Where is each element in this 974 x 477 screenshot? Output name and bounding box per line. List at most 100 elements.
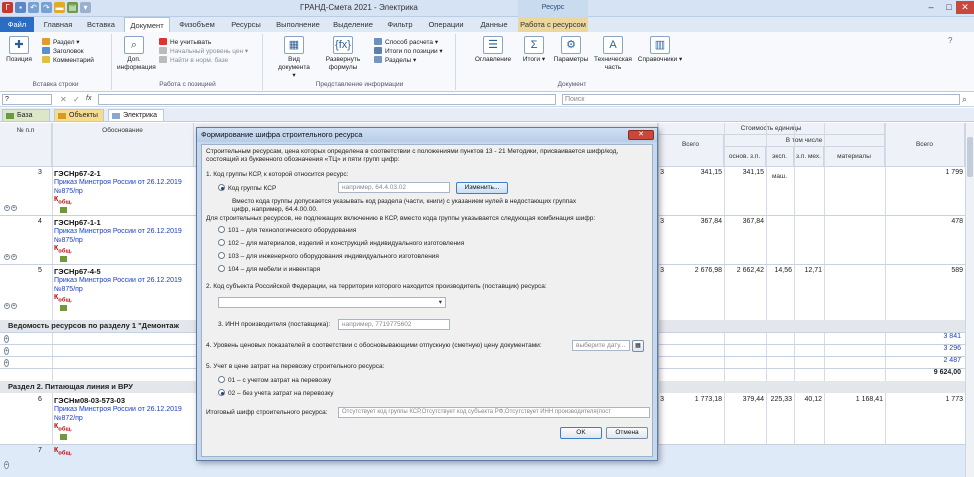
region-select[interactable]: ▾ bbox=[218, 297, 446, 308]
tab-data[interactable]: Данные bbox=[474, 17, 514, 32]
tab-selection[interactable]: Выделение bbox=[328, 17, 378, 32]
tab-file[interactable]: Файл bbox=[0, 17, 34, 32]
expand-icon[interactable]: + bbox=[4, 347, 9, 355]
ksr-code-input[interactable]: например, 64.4.03.02 bbox=[338, 182, 450, 193]
expand-icon[interactable]: + bbox=[4, 205, 10, 211]
help-icon[interactable]: ? bbox=[948, 36, 952, 45]
dialog-close-button[interactable]: ✕ bbox=[628, 130, 654, 140]
group-insert-row: ✚ Позиция Раздел ▾ Заголовок Комментарий … bbox=[0, 34, 112, 90]
undo-icon[interactable]: ↶ bbox=[28, 2, 39, 13]
option-102-radio[interactable]: 102 – для материалов, изделий и конструк… bbox=[218, 239, 464, 249]
expand-icon[interactable]: + bbox=[4, 303, 10, 309]
header-unit-cost: Стоимость единицы bbox=[658, 123, 885, 135]
order-number-link[interactable]: №875/пр bbox=[54, 236, 83, 245]
tab-filter[interactable]: Фильтр bbox=[382, 17, 418, 32]
option-01-radio[interactable]: 01 – с учетом затрат на перевозку bbox=[218, 376, 331, 386]
grid-view-icon: ▦ bbox=[284, 36, 304, 54]
expand-icon[interactable]: + bbox=[4, 335, 9, 343]
search-input[interactable]: Поиск bbox=[562, 94, 960, 105]
confirm-edit-icon[interactable]: ✓ bbox=[73, 95, 80, 104]
qat-more-icon[interactable]: ▾ bbox=[80, 2, 91, 13]
position-button[interactable]: ✚ Позиция bbox=[4, 36, 34, 64]
resource-total[interactable]: 2 487 bbox=[885, 357, 961, 364]
order-link[interactable]: Приказ Минстроя России от 26.12.2019 bbox=[54, 276, 182, 285]
option-101-radio[interactable]: 101 – для технологического оборудования bbox=[218, 226, 356, 236]
heading-button[interactable]: Заголовок bbox=[42, 47, 94, 56]
do-not-count-button[interactable]: Не учитывать bbox=[159, 38, 248, 47]
expand-formulas-button[interactable]: {fx} Развернуть формулы bbox=[320, 36, 366, 72]
fx-icon[interactable]: fx bbox=[86, 95, 91, 102]
expand-icon[interactable]: + bbox=[11, 205, 17, 211]
additional-info-button[interactable]: ⌕ Доп. информация bbox=[117, 36, 156, 72]
resource-total[interactable]: 3 296 bbox=[885, 345, 961, 352]
close-window-button[interactable]: ✕ bbox=[956, 1, 974, 14]
cell-mech-wage: 40,12 bbox=[804, 396, 822, 403]
order-number-link[interactable]: №875/пр bbox=[54, 285, 83, 294]
tab-insert[interactable]: Вставка bbox=[82, 17, 120, 32]
section-button[interactable]: Раздел ▾ bbox=[42, 38, 94, 47]
cell-name-box[interactable]: ? bbox=[2, 94, 52, 105]
save-icon[interactable]: ▪ bbox=[15, 2, 26, 13]
expand-icon[interactable]: + bbox=[11, 254, 17, 260]
doc-tab-electrics[interactable]: Электрика bbox=[108, 109, 164, 122]
resource-icon bbox=[60, 434, 67, 440]
option-104-radio[interactable]: 104 – для мебели и инвентаря bbox=[218, 265, 320, 275]
print-icon[interactable]: ▤ bbox=[67, 2, 78, 13]
folder-icon[interactable]: ▬ bbox=[54, 2, 65, 13]
cell-total: 341,15 bbox=[700, 169, 722, 176]
contents-button[interactable]: ☰ Оглавление bbox=[471, 36, 515, 64]
inn-input[interactable]: например, 7719775602 bbox=[338, 319, 450, 330]
initial-price-level-button[interactable]: Начальный уровень цен ▾ bbox=[159, 47, 248, 56]
scrollbar-thumb[interactable] bbox=[967, 137, 973, 177]
document-view-button[interactable]: ▦ Вид документа ▾ bbox=[276, 36, 312, 80]
heading-icon bbox=[42, 47, 50, 54]
parameters-button[interactable]: ⚙ Параметры bbox=[553, 36, 589, 64]
order-number-link[interactable]: №872/пр bbox=[54, 414, 83, 423]
calc-method-button[interactable]: Способ расчета ▾ bbox=[374, 38, 443, 47]
totals-button[interactable]: Σ Итоги ▾ bbox=[519, 36, 549, 64]
tab-resource-work[interactable]: Работа с ресурсом bbox=[518, 17, 588, 32]
minimize-button[interactable]: – bbox=[922, 1, 940, 14]
order-link[interactable]: Приказ Минстроя России от 26.12.2019 bbox=[54, 178, 182, 187]
sections-button[interactable]: Разделы ▾ bbox=[374, 56, 443, 65]
expand-icon[interactable]: + bbox=[4, 359, 9, 367]
tab-operations[interactable]: Операции bbox=[422, 17, 470, 32]
doc-tab-base[interactable]: База bbox=[2, 109, 50, 122]
search-icon[interactable]: ⌕ bbox=[962, 94, 967, 105]
cancel-edit-icon[interactable]: ✕ bbox=[60, 95, 67, 104]
cell-basic-wage: 2 662,42 bbox=[736, 267, 764, 274]
expand-icon[interactable]: + bbox=[4, 254, 10, 260]
tab-physvolume[interactable]: Физобъем bbox=[174, 17, 220, 32]
date-input[interactable]: выберите дату... bbox=[572, 340, 630, 351]
tab-resources[interactable]: Ресурсы bbox=[224, 17, 268, 32]
tab-home[interactable]: Главная bbox=[38, 17, 78, 32]
position-totals-button[interactable]: Итоги по позиции ▾ bbox=[374, 47, 443, 56]
doc-tab-objects[interactable]: Объекты bbox=[54, 109, 104, 122]
ksr-group-radio[interactable]: Код группы КСР bbox=[218, 184, 276, 194]
order-link[interactable]: Приказ Минстроя России от 26.12.2019 bbox=[54, 405, 182, 414]
expand-icon[interactable]: + bbox=[11, 303, 17, 309]
expand-icon[interactable]: + bbox=[4, 461, 9, 469]
redo-icon[interactable]: ↷ bbox=[41, 2, 52, 13]
vertical-scrollbar[interactable] bbox=[965, 123, 974, 477]
order-link[interactable]: Приказ Минстроя России от 26.12.2019 bbox=[54, 227, 182, 236]
row-number: 6 bbox=[38, 396, 42, 403]
chevron-down-icon: ▾ bbox=[438, 299, 442, 306]
calendar-icon[interactable]: ▦ bbox=[632, 340, 644, 352]
tab-execution[interactable]: Выполнение bbox=[272, 17, 324, 32]
option-103-radio[interactable]: 103 – для инженерного оборудования индив… bbox=[218, 252, 439, 262]
change-button[interactable]: Изменить... bbox=[456, 182, 508, 194]
resource-total[interactable]: 3 841 bbox=[885, 333, 961, 340]
option-02-radio[interactable]: 02 – без учета затрат на перевозку bbox=[218, 389, 333, 399]
reference-books-button[interactable]: ▥ Справочники ▾ bbox=[637, 36, 683, 64]
find-in-base-button[interactable]: Найти в норм. базе bbox=[159, 56, 248, 65]
tech-part-button[interactable]: A Техническая часть bbox=[593, 36, 633, 72]
sigma-icon: Σ bbox=[524, 36, 544, 54]
cancel-button[interactable]: Отмена bbox=[606, 427, 648, 439]
order-number-link[interactable]: №875/пр bbox=[54, 187, 83, 196]
comment-button[interactable]: Комментарий bbox=[42, 56, 94, 65]
result-code-field: Отсутствует код группы КСР,Отсутствует к… bbox=[338, 407, 650, 418]
ok-button[interactable]: OK bbox=[560, 427, 602, 439]
tab-document[interactable]: Документ bbox=[124, 17, 170, 32]
formula-input[interactable] bbox=[98, 94, 556, 105]
